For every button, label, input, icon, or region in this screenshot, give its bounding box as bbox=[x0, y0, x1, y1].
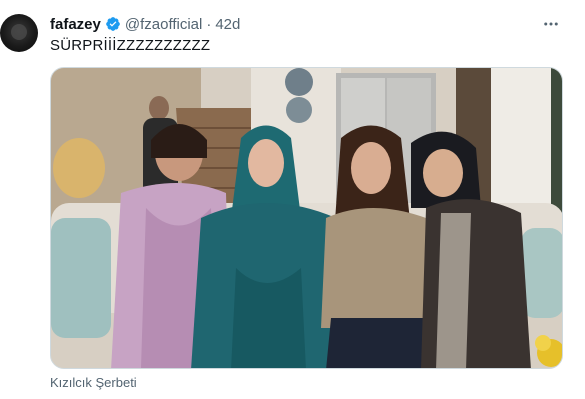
tweet-header: fafazey @fzaofficial · 42d bbox=[50, 14, 240, 34]
author-handle[interactable]: @fzaofficial bbox=[125, 16, 202, 33]
tweet-media-image[interactable] bbox=[50, 67, 563, 369]
tweet-text: SÜRPRİİİZZZZZZZZZZ bbox=[50, 37, 211, 54]
timestamp[interactable]: 42d bbox=[215, 16, 240, 33]
separator-dot: · bbox=[206, 15, 212, 33]
author-display-name[interactable]: fafazey bbox=[50, 16, 101, 33]
tweet[interactable]: fafazey @fzaofficial · 42d SÜRPRİİİZZZZZ… bbox=[0, 0, 585, 399]
more-options-icon[interactable] bbox=[539, 12, 563, 36]
media-caption: Kızılcık Şerbeti bbox=[50, 375, 137, 390]
avatar-image bbox=[11, 24, 27, 40]
avatar[interactable] bbox=[0, 14, 38, 52]
verified-badge-icon bbox=[105, 16, 121, 32]
